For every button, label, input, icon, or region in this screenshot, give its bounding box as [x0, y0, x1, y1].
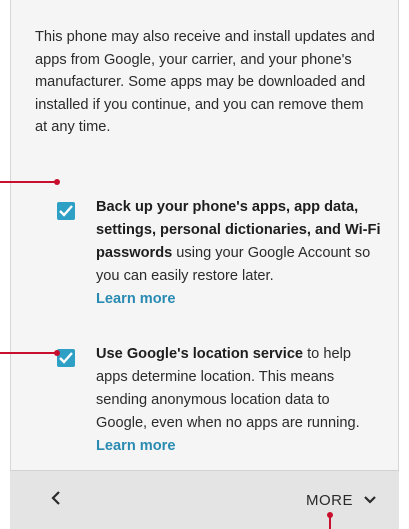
callout-line-backup	[0, 181, 58, 183]
intro-text: This phone may also receive and install …	[35, 29, 375, 135]
bottom-nav-bar: MORE	[10, 470, 399, 529]
checkmark-icon	[59, 205, 73, 217]
chevron-left-icon	[51, 491, 60, 505]
backup-option-text: Back up your phone's apps, app data, set…	[96, 196, 381, 311]
location-learn-more-link[interactable]: Learn more	[96, 435, 175, 458]
location-option-text: Use Google's location service to help ap…	[96, 343, 381, 458]
back-button[interactable]	[46, 489, 66, 511]
location-option-title: Use Google's location service	[96, 346, 304, 362]
chevron-down-icon	[364, 496, 376, 504]
callout-dot-more	[327, 512, 333, 518]
more-label: MORE	[306, 491, 353, 509]
callout-dot-location	[54, 350, 60, 356]
backup-checkbox[interactable]	[57, 202, 75, 220]
checkmark-icon	[59, 352, 73, 364]
backup-learn-more-link[interactable]: Learn more	[96, 288, 175, 311]
more-button[interactable]: MORE	[306, 489, 377, 511]
callout-line-location	[0, 352, 58, 354]
setup-screen: This phone may also receive and install …	[10, 0, 399, 529]
callout-dot-backup	[54, 179, 60, 185]
